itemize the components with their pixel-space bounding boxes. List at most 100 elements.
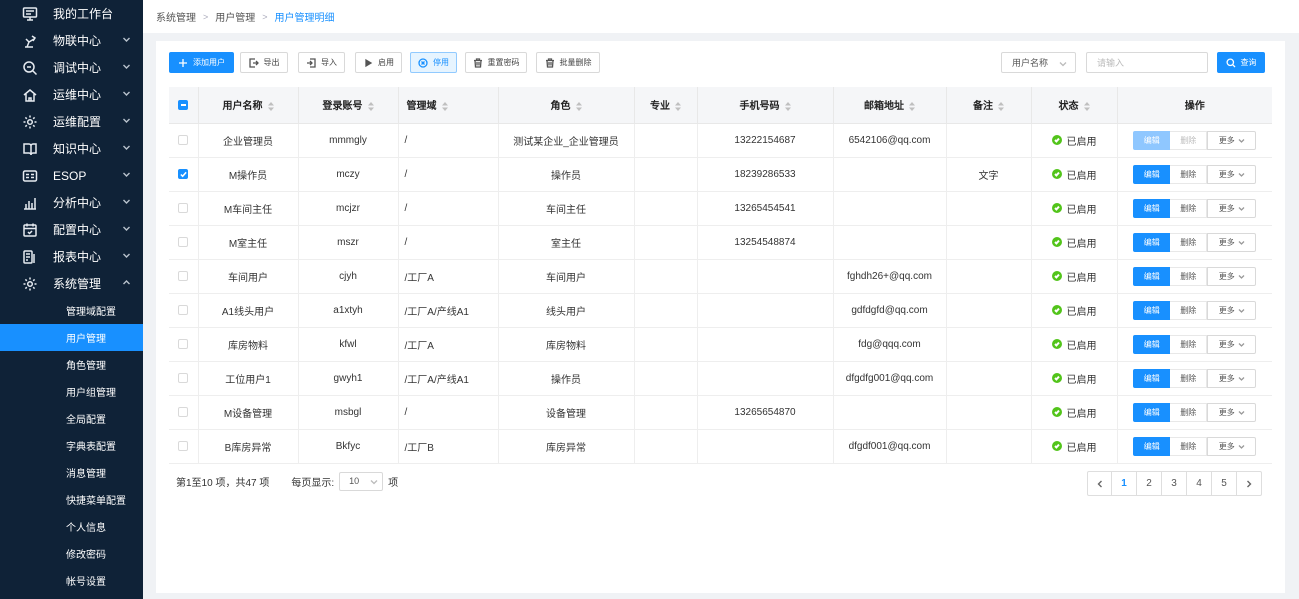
row-select-cell[interactable]	[169, 157, 199, 192]
more-dropdown[interactable]: 更多	[1207, 266, 1257, 286]
sidebar-item-4[interactable]: 运维配置	[0, 108, 143, 135]
sidebar-subitem-9[interactable]: 修改密码	[0, 540, 143, 567]
row-checkbox[interactable]	[178, 440, 189, 451]
delete-button[interactable]: 删除	[1170, 334, 1208, 354]
prev-page-button[interactable]	[1087, 471, 1112, 496]
more-dropdown[interactable]: 更多	[1207, 164, 1257, 184]
more-dropdown[interactable]: 更多	[1207, 334, 1257, 354]
select-all-checkbox[interactable]	[178, 99, 189, 110]
search-input[interactable]	[1086, 52, 1208, 73]
edit-button[interactable]: 编辑	[1133, 198, 1171, 218]
row-select-cell[interactable]	[169, 293, 199, 328]
table-row[interactable]: 企业管理员 mmmgly / 测试某企业_企业管理员 13222154687 654210…	[169, 123, 1272, 158]
header-account[interactable]: 登录账号	[298, 87, 399, 124]
sidebar-item-3[interactable]: 运维中心	[0, 81, 143, 108]
sidebar-subitem-7[interactable]: 快捷菜单配置	[0, 486, 143, 513]
sort-icon[interactable]	[575, 102, 582, 112]
header-phone[interactable]: 手机号码	[697, 87, 834, 124]
row-select-cell[interactable]	[169, 327, 199, 362]
row-checkbox[interactable]	[178, 168, 189, 179]
row-select-cell[interactable]	[169, 259, 199, 294]
add-user-button[interactable]: 添加用户	[169, 52, 234, 73]
edit-button[interactable]: 编辑	[1133, 266, 1171, 286]
edit-button[interactable]: 编辑	[1133, 164, 1171, 184]
header-status[interactable]: 状态	[1031, 87, 1118, 124]
import-button[interactable]: 导入	[298, 52, 345, 73]
edit-button[interactable]: 编辑	[1133, 300, 1171, 320]
export-button[interactable]: 导出	[240, 52, 288, 73]
row-checkbox[interactable]	[178, 338, 189, 349]
page-button-3[interactable]: 3	[1162, 471, 1187, 496]
reset-password-button[interactable]: 重置密码	[465, 52, 527, 73]
sort-icon[interactable]	[441, 102, 448, 112]
header-note[interactable]: 备注	[946, 87, 1032, 124]
sort-icon[interactable]	[909, 102, 915, 112]
more-dropdown[interactable]: 更多	[1207, 368, 1257, 388]
row-select-cell[interactable]	[169, 191, 199, 226]
header-email[interactable]: 邮箱地址	[833, 87, 947, 124]
edit-button[interactable]: 编辑	[1133, 436, 1171, 456]
more-dropdown[interactable]: 更多	[1207, 232, 1257, 252]
more-dropdown[interactable]: 更多	[1207, 198, 1257, 218]
header-major[interactable]: 专业	[634, 87, 698, 124]
disable-button[interactable]: 停用	[410, 52, 457, 73]
sort-icon[interactable]	[1083, 102, 1090, 112]
row-checkbox[interactable]	[178, 270, 189, 281]
delete-button[interactable]: 删除	[1170, 232, 1208, 252]
row-select-cell[interactable]	[169, 225, 199, 260]
sidebar-subitem-5[interactable]: 字典表配置	[0, 432, 143, 459]
table-row[interactable]: M车间主任 mcjzr / 车间主任 13265454541 已启用 编辑 删除 更多	[169, 191, 1272, 226]
row-select-cell[interactable]	[169, 361, 199, 396]
table-row[interactable]: M设备管理 msbgl / 设备管理 13265654870 已启用 编辑 删除 更多	[169, 395, 1272, 430]
enable-button[interactable]: 启用	[355, 52, 402, 73]
header-role[interactable]: 角色	[498, 87, 635, 124]
table-row[interactable]: 库房物料 kfwl/工厂A 库房物料 fdg@qqq.com 已启用 编辑 删除 更多	[169, 327, 1272, 362]
row-select-cell[interactable]	[169, 429, 199, 464]
table-row[interactable]: 工位用户1 gwyh1/工厂A/产线A1 操作员 dfgdfg001@qq.com 已启…	[169, 361, 1272, 396]
table-row[interactable]: A1线头用户 a1xtyh/工厂A/产线A1 线头用户 gdfdgfd@qq.com 已…	[169, 293, 1272, 328]
search-button[interactable]: 查询	[1217, 52, 1265, 73]
table-row[interactable]: M室主任 mszr / 室主任 13254548874 已启用 编辑 删除 更多	[169, 225, 1272, 260]
sidebar-item-2[interactable]: 调试中心	[0, 54, 143, 81]
delete-button[interactable]: 删除	[1170, 300, 1208, 320]
sort-icon[interactable]	[367, 102, 374, 112]
delete-button[interactable]: 删除	[1170, 368, 1208, 388]
page-button-5[interactable]: 5	[1212, 471, 1237, 496]
row-select-cell[interactable]	[169, 123, 199, 158]
sidebar-item-10[interactable]: 系统管理	[0, 270, 143, 297]
sidebar-subitem-1[interactable]: 用户管理	[0, 324, 143, 351]
table-row[interactable]: B库房异常 Bkfyc/工厂B 库房异常 dfgdf001@qq.com 已启用 编辑 删除…	[169, 429, 1272, 464]
edit-button[interactable]: 编辑	[1133, 232, 1171, 252]
delete-button[interactable]: 删除	[1170, 266, 1208, 286]
sidebar-item-9[interactable]: 报表中心	[0, 243, 143, 270]
more-dropdown[interactable]: 更多	[1207, 300, 1257, 320]
edit-button[interactable]: 编辑	[1133, 402, 1171, 422]
delete-button[interactable]: 删除	[1170, 402, 1208, 422]
breadcrumb-item-user[interactable]: 用户管理	[215, 9, 255, 24]
sidebar-subitem-4[interactable]: 全局配置	[0, 405, 143, 432]
sidebar-subitem-6[interactable]: 消息管理	[0, 459, 143, 486]
edit-button[interactable]: 编辑	[1133, 368, 1171, 388]
sidebar-subitem-8[interactable]: 个人信息	[0, 513, 143, 540]
row-select-cell[interactable]	[169, 395, 199, 430]
row-checkbox[interactable]	[178, 406, 189, 417]
sidebar-item-6[interactable]: ESOP	[0, 162, 143, 189]
sidebar-subitem-2[interactable]: 角色管理	[0, 351, 143, 378]
edit-button[interactable]: 编辑	[1133, 130, 1171, 150]
more-dropdown[interactable]: 更多	[1207, 130, 1257, 150]
search-field-select[interactable]: 用户名称	[1001, 52, 1076, 73]
sidebar-subitem-10[interactable]: 帐号设置	[0, 567, 143, 594]
sidebar-item-0[interactable]: 我的工作台	[0, 0, 143, 27]
more-dropdown[interactable]: 更多	[1207, 402, 1257, 422]
table-row[interactable]: 车间用户 cjyh/工厂A 车间用户 fghdh26+@qq.com 已启用 编辑 删除 更多	[169, 259, 1272, 294]
row-checkbox[interactable]	[178, 134, 189, 145]
delete-button[interactable]: 删除	[1170, 198, 1208, 218]
batch-delete-button[interactable]: 批量删除	[536, 52, 600, 73]
page-button-4[interactable]: 4	[1187, 471, 1212, 496]
header-username[interactable]: 用户名称	[198, 87, 299, 124]
select-all-cell[interactable]	[169, 87, 199, 124]
page-size-select[interactable]: 10	[339, 471, 384, 491]
table-row[interactable]: M操作员 mczy / 操作员 18239286533 文字 已启用 编辑 删除 更多	[169, 157, 1272, 192]
row-checkbox[interactable]	[178, 372, 189, 383]
breadcrumb-item-system[interactable]: 系统管理	[156, 9, 196, 24]
